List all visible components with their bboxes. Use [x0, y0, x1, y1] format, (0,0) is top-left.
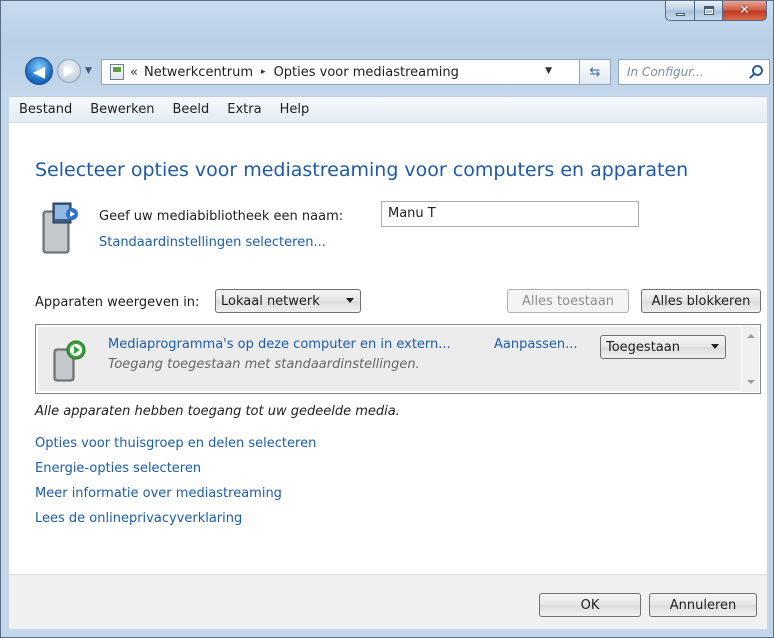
allow-all-button[interactable]: Alles toestaan	[507, 289, 629, 313]
breadcrumb-separator[interactable]: ▸	[261, 67, 266, 77]
scroll-down-icon[interactable]	[747, 380, 755, 384]
address-bar[interactable]: « Netwerkcentrum ▸ Opties voor mediastre…	[101, 59, 581, 85]
back-button[interactable]: ◀	[25, 57, 53, 85]
main-content: Selecteer opties voor mediastreaming voo…	[9, 122, 767, 574]
show-devices-value: Lokaal netwerk	[221, 293, 320, 309]
address-overflow-chevron[interactable]: «	[130, 65, 138, 80]
page-title: Selecteer opties voor mediastreaming voo…	[35, 159, 689, 181]
back-arrow-icon: ◀	[32, 61, 46, 81]
control-panel-icon	[110, 64, 124, 80]
block-all-button[interactable]: Alles blokkeren	[641, 289, 761, 313]
close-button[interactable]: ✕	[723, 1, 767, 21]
window: ✕ ◀ ▶ ▼ « Netwerkcentrum ▸ Opties voor m…	[0, 0, 774, 638]
show-devices-label: Apparaten weergeven in:	[35, 295, 200, 310]
search-placeholder: In Configur...	[627, 65, 704, 79]
breadcrumb-netwerkcentrum[interactable]: Netwerkcentrum	[144, 65, 253, 80]
library-name-input[interactable]: Manu T	[381, 201, 639, 227]
menu-help[interactable]: Help	[280, 102, 310, 117]
all-devices-note: Alle apparaten hebben toegang tot uw ged…	[35, 404, 400, 419]
device-status-dropdown[interactable]: Toegestaan	[600, 335, 726, 359]
menu-bewerken[interactable]: Bewerken	[90, 102, 154, 117]
device-title[interactable]: Mediaprogramma's op deze computer en in …	[108, 337, 451, 352]
scroll-up-icon[interactable]	[747, 334, 755, 338]
dialog-footer: OK Annuleren	[9, 574, 767, 629]
menu-extra[interactable]: Extra	[227, 102, 261, 117]
maximize-button[interactable]	[695, 1, 723, 21]
caption-buttons: ✕	[665, 1, 767, 23]
list-item[interactable]: Mediaprogramma's op deze computer en in …	[38, 327, 741, 391]
menu-bar: Bestand Bewerken Beeld Extra Help	[9, 96, 767, 122]
breadcrumb-mediastreaming[interactable]: Opties voor mediastreaming	[274, 65, 459, 80]
menu-beeld[interactable]: Beeld	[172, 102, 209, 117]
device-list-scrollbar[interactable]	[742, 326, 759, 392]
cancel-button[interactable]: Annuleren	[649, 593, 757, 617]
minimize-button[interactable]	[665, 1, 695, 21]
forward-button[interactable]: ▶	[57, 59, 81, 83]
menu-bestand[interactable]: Bestand	[19, 102, 72, 117]
power-options-link[interactable]: Energie-opties selecteren	[35, 461, 201, 476]
show-devices-dropdown[interactable]: Lokaal netwerk	[215, 289, 361, 313]
chevron-down-icon	[711, 344, 719, 349]
refresh-button[interactable]: ⇆	[579, 59, 611, 85]
ok-button[interactable]: OK	[539, 593, 641, 617]
homegroup-sharing-link[interactable]: Opties voor thuisgroep en delen selecter…	[35, 436, 316, 451]
select-defaults-link[interactable]: Standaardinstellingen selecteren...	[99, 235, 326, 250]
privacy-statement-link[interactable]: Lees de onlineprivacyverklaring	[35, 511, 242, 526]
minimize-icon	[675, 12, 685, 16]
chevron-down-icon	[346, 298, 354, 303]
media-library-icon	[42, 202, 78, 254]
forward-arrow-icon: ▶	[63, 63, 75, 79]
search-input[interactable]: In Configur...	[618, 59, 770, 85]
recent-pages-dropdown[interactable]: ▼	[85, 66, 92, 76]
search-icon[interactable]	[752, 65, 763, 76]
refresh-icon: ⇆	[589, 64, 601, 80]
address-dropdown-icon[interactable]: ▼	[545, 66, 552, 76]
device-subtitle: Toegang toegestaan met standaardinstelli…	[108, 357, 420, 372]
close-icon: ✕	[739, 3, 750, 18]
device-status-value: Toegestaan	[606, 339, 680, 355]
navigation-bar: ◀ ▶ ▼ « Netwerkcentrum ▸ Opties voor med…	[1, 57, 773, 89]
more-info-link[interactable]: Meer informatie over mediastreaming	[35, 486, 282, 501]
library-name-label: Geef uw mediabibliotheek een naam:	[99, 209, 344, 224]
maximize-icon	[703, 6, 714, 15]
media-program-icon	[53, 340, 86, 382]
device-list: Mediaprogramma's op deze computer en in …	[35, 324, 761, 394]
customize-link[interactable]: Aanpassen...	[494, 337, 578, 352]
